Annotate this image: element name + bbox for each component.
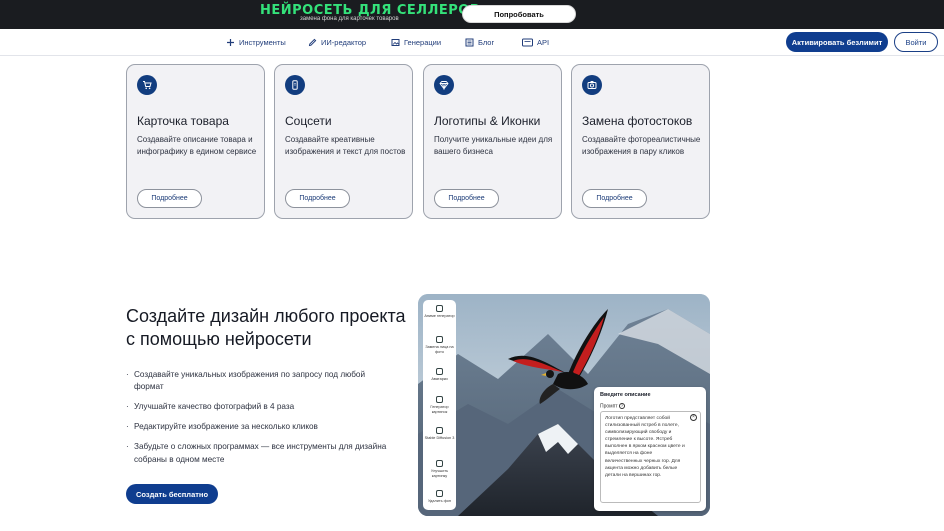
card-social: Соцсети Создавайте креативные изображени…: [274, 64, 413, 219]
card-description: Создавайте фотореалистичные изображения …: [582, 135, 701, 156]
tool-sidebar: Аниме генератор Замена лица на фото Ават…: [423, 300, 456, 510]
login-button[interactable]: Войти: [894, 32, 938, 52]
more-button[interactable]: Подробнее: [434, 189, 499, 208]
remove-background-icon: [436, 490, 443, 497]
terminal-icon: [522, 38, 533, 47]
prompt-text: Логотип представляет собой стилизованный…: [605, 416, 685, 478]
activate-unlimited-button[interactable]: Активировать безлимит: [786, 32, 888, 52]
hero-title: Создайте дизайн любого проекта с помощью…: [126, 306, 406, 349]
prompt-panel-title: Введите описание: [600, 392, 651, 398]
prompt-label: Промпт ?: [600, 403, 625, 410]
prompt-textarea[interactable]: Логотип представляет собой стилизованный…: [600, 411, 701, 503]
card-description: Создавайте креативные изображения и текс…: [285, 135, 406, 156]
nav-item-ai-editor[interactable]: ИИ-редактор: [308, 38, 366, 47]
face-swap-icon: [436, 336, 443, 343]
nav-item-api[interactable]: API: [522, 38, 549, 47]
pencil-icon: [308, 38, 317, 47]
sparkle-icon: [436, 460, 443, 467]
feature-item: Улучшайте качество фотографий в 4 раза: [126, 401, 394, 414]
nav-item-tools[interactable]: Инструменты: [226, 38, 286, 47]
feature-item: Забудьте о сложных программах — все инст…: [126, 441, 394, 466]
nav-item-label: ИИ-редактор: [321, 38, 367, 47]
card-title: Замена фотостоков: [582, 114, 693, 128]
editor-preview: Аниме генератор Замена лица на фото Ават…: [418, 294, 710, 516]
card-description: Создавайте описание товара и инфографику…: [137, 135, 257, 156]
tool-image-generator[interactable]: Генератор картинок: [423, 396, 456, 414]
nav-item-label: Генерации: [404, 38, 442, 47]
document-icon: [465, 38, 474, 47]
camera-icon: [582, 75, 602, 95]
image-generator-icon: [436, 396, 443, 403]
promo-banner: НЕЙРОСЕТЬ ДЛЯ СЕЛЛЕРОВ замена фона для к…: [0, 0, 944, 29]
cart-icon: [137, 75, 157, 95]
tool-anime-generator[interactable]: Аниме генератор: [423, 305, 456, 319]
nav-item-blog[interactable]: Блог: [465, 38, 494, 47]
avatar-icon: [436, 368, 443, 375]
feature-item: Редактируйте изображение за несколько кл…: [126, 421, 394, 434]
create-free-button[interactable]: Создать бесплатно: [126, 484, 218, 504]
more-button[interactable]: Подробнее: [582, 189, 647, 208]
plus-icon: [226, 38, 235, 47]
banner-try-button[interactable]: Попробовать: [462, 5, 576, 23]
diamond-icon: [434, 75, 454, 95]
card-logos: Логотипы & Иконки Получите уникальные ид…: [423, 64, 562, 219]
help-icon[interactable]: ?: [618, 403, 625, 409]
prompt-panel: Введите описание Промпт ? Логотип предст…: [594, 387, 706, 511]
feature-item: Создавайте уникальных изображения по зап…: [126, 369, 394, 394]
more-button[interactable]: Подробнее: [137, 189, 202, 208]
card-title: Соцсети: [285, 114, 332, 128]
clear-prompt-icon[interactable]: ×: [690, 414, 697, 421]
tool-remove-background[interactable]: Удалить фон: [423, 490, 456, 504]
anime-icon: [436, 305, 443, 312]
image-icon: [391, 38, 400, 47]
tool-avatars[interactable]: Аватарки: [423, 368, 456, 382]
phone-icon: [285, 75, 305, 95]
tool-stable-diffusion[interactable]: Stable Diffusion 3: [423, 427, 456, 441]
more-button[interactable]: Подробнее: [285, 189, 350, 208]
nav-item-label: Инструменты: [239, 38, 286, 47]
feature-list: Создавайте уникальных изображения по зап…: [126, 369, 394, 474]
card-title: Карточка товара: [137, 114, 229, 128]
nav-item-label: Блог: [478, 38, 495, 47]
card-product: Карточка товара Создавайте описание това…: [126, 64, 265, 219]
nav-item-generations[interactable]: Генерации: [391, 38, 441, 47]
card-stock-replacement: Замена фотостоков Создавайте фотореалист…: [571, 64, 710, 219]
nav-item-label: API: [537, 38, 550, 47]
card-description: Получите уникальные идеи для вашего бизн…: [434, 135, 553, 156]
banner-subtitle: замена фона для карточек товаров: [300, 16, 399, 22]
tool-face-swap[interactable]: Замена лица на фото: [423, 336, 456, 354]
tool-upscale[interactable]: Улучшить картинку: [423, 460, 456, 478]
card-title: Логотипы & Иконки: [434, 114, 541, 128]
stable-diffusion-icon: [436, 427, 443, 434]
